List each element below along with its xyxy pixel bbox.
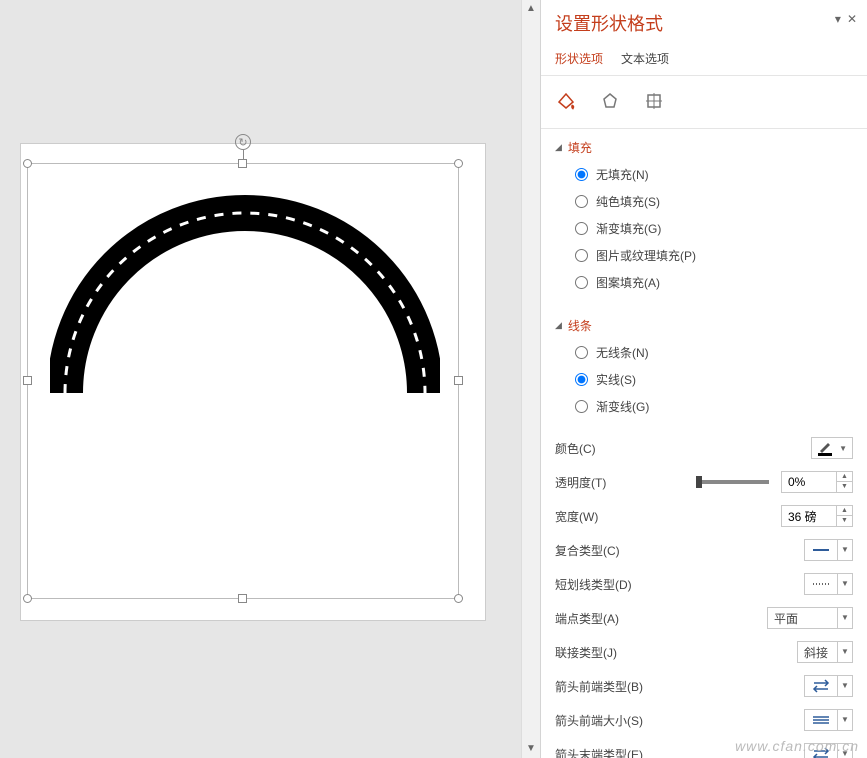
transparency-label: 透明度(T) [555, 474, 606, 491]
fill-none-radio[interactable]: 无填充(N) [575, 166, 853, 183]
chevron-down-icon[interactable]: ▼ [837, 710, 852, 730]
cap-row: 端点类型(A) 平面▼ [541, 601, 867, 635]
arrow-begin-type-dropdown[interactable]: ▼ [804, 675, 853, 697]
fill-section-header[interactable]: ◢ 填充 [555, 139, 853, 156]
fill-picture-radio[interactable]: 图片或纹理填充(P) [575, 247, 853, 264]
chevron-down-icon[interactable]: ▼ [837, 676, 852, 696]
compound-line-icon [811, 543, 831, 557]
transparency-row: 透明度(T) ▲▼ [541, 465, 867, 499]
arrow-end-type-dropdown[interactable]: ▼ [804, 743, 853, 758]
spin-down-icon[interactable]: ▼ [837, 516, 852, 526]
selection-box[interactable]: ↻ [27, 163, 459, 599]
panel-menu-icon[interactable]: ▾ [835, 12, 841, 26]
effects-icon[interactable] [599, 90, 621, 112]
compound-dropdown[interactable]: ▼ [804, 539, 853, 561]
arrow-size-icon [811, 713, 831, 727]
line-gradient-radio[interactable]: 渐变线(G) [575, 398, 853, 415]
dash-row: 短划线类型(D) ▼ [541, 567, 867, 601]
resize-handle[interactable] [454, 594, 463, 603]
arrow-type-icon [811, 679, 831, 693]
chevron-down-icon[interactable]: ▼ [837, 744, 852, 758]
width-label: 宽度(W) [555, 508, 598, 525]
tab-shape-options[interactable]: 形状选项 [555, 46, 603, 75]
panel-header: 设置形状格式 ▾ ✕ [541, 0, 867, 46]
tab-text-options[interactable]: 文本选项 [621, 46, 669, 75]
collapse-icon: ◢ [555, 142, 562, 153]
dash-label: 短划线类型(D) [555, 576, 632, 593]
width-row: 宽度(W) ▲▼ [541, 499, 867, 533]
dash-dropdown[interactable]: ▼ [804, 573, 853, 595]
width-input[interactable]: ▲▼ [781, 505, 853, 527]
collapse-icon: ◢ [555, 320, 562, 331]
compound-row: 复合类型(C) ▼ [541, 533, 867, 567]
arrow-begin-size-row: 箭头前端大小(S) ▼ [541, 703, 867, 737]
canvas-area[interactable]: ↻ ▲ ▼ [0, 0, 540, 758]
resize-handle[interactable] [454, 376, 463, 385]
resize-handle[interactable] [238, 159, 247, 168]
cap-dropdown[interactable]: 平面▼ [767, 607, 853, 629]
spin-down-icon[interactable]: ▼ [837, 482, 852, 492]
join-row: 联接类型(J) 斜接▼ [541, 635, 867, 669]
panel-title: 设置形状格式 [555, 10, 853, 36]
line-section: ◢ 线条 无线条(N) 实线(S) 渐变线(G) [541, 307, 867, 431]
arrow-begin-size-dropdown[interactable]: ▼ [804, 709, 853, 731]
join-label: 联接类型(J) [555, 644, 617, 661]
arrow-begin-type-row: 箭头前端类型(B) ▼ [541, 669, 867, 703]
color-row: 颜色(C) ▼ [541, 431, 867, 465]
arrow-end-type-label: 箭头末端类型(E) [555, 746, 643, 758]
canvas-scrollbar[interactable]: ▲ ▼ [521, 0, 540, 758]
scroll-down-icon[interactable]: ▼ [522, 740, 540, 758]
line-section-header[interactable]: ◢ 线条 [555, 317, 853, 334]
join-dropdown[interactable]: 斜接▼ [797, 641, 853, 663]
resize-handle[interactable] [23, 159, 32, 168]
fill-solid-radio[interactable]: 纯色填充(S) [575, 193, 853, 210]
transparency-slider[interactable] [699, 480, 769, 484]
fill-section: ◢ 填充 无填充(N) 纯色填充(S) 渐变填充(G) 图片或纹理填充(P) 图… [541, 129, 867, 307]
chevron-down-icon[interactable]: ▼ [837, 608, 852, 628]
format-shape-panel: 设置形状格式 ▾ ✕ 形状选项 文本选项 ◢ 填充 无填充(N) 纯色填充(S) [540, 0, 867, 758]
fill-section-title: 填充 [568, 139, 592, 156]
chevron-down-icon[interactable]: ▼ [837, 642, 852, 662]
arrow-type-icon [811, 747, 831, 758]
scroll-up-icon[interactable]: ▲ [522, 0, 540, 18]
transparency-input[interactable]: ▲▼ [781, 471, 853, 493]
fill-gradient-radio[interactable]: 渐变填充(G) [575, 220, 853, 237]
rotate-stem [243, 150, 244, 159]
fill-pattern-radio[interactable]: 图案填充(A) [575, 274, 853, 291]
compound-label: 复合类型(C) [555, 542, 620, 559]
line-section-title: 线条 [568, 317, 592, 334]
resize-handle[interactable] [23, 376, 32, 385]
size-properties-icon[interactable] [643, 90, 665, 112]
spin-up-icon[interactable]: ▲ [837, 506, 852, 516]
resize-handle[interactable] [238, 594, 247, 603]
dash-line-icon [811, 577, 831, 591]
color-picker-button[interactable]: ▼ [811, 437, 853, 459]
line-solid-radio[interactable]: 实线(S) [575, 371, 853, 388]
resize-handle[interactable] [454, 159, 463, 168]
category-icons [541, 76, 867, 129]
arrow-begin-size-label: 箭头前端大小(S) [555, 712, 643, 729]
spin-up-icon[interactable]: ▲ [837, 472, 852, 482]
fill-line-icon[interactable] [555, 90, 577, 112]
close-icon[interactable]: ✕ [847, 12, 857, 26]
chevron-down-icon[interactable]: ▼ [837, 540, 852, 560]
chevron-down-icon[interactable]: ▼ [837, 574, 852, 594]
cap-label: 端点类型(A) [555, 610, 619, 627]
color-label: 颜色(C) [555, 440, 596, 457]
pen-icon [818, 441, 832, 453]
rotate-handle[interactable]: ↻ [235, 134, 251, 150]
line-none-radio[interactable]: 无线条(N) [575, 344, 853, 361]
arrow-begin-type-label: 箭头前端类型(B) [555, 678, 643, 695]
panel-tabs: 形状选项 文本选项 [541, 46, 867, 76]
arrow-end-type-row: 箭头末端类型(E) ▼ [541, 737, 867, 758]
resize-handle[interactable] [23, 594, 32, 603]
